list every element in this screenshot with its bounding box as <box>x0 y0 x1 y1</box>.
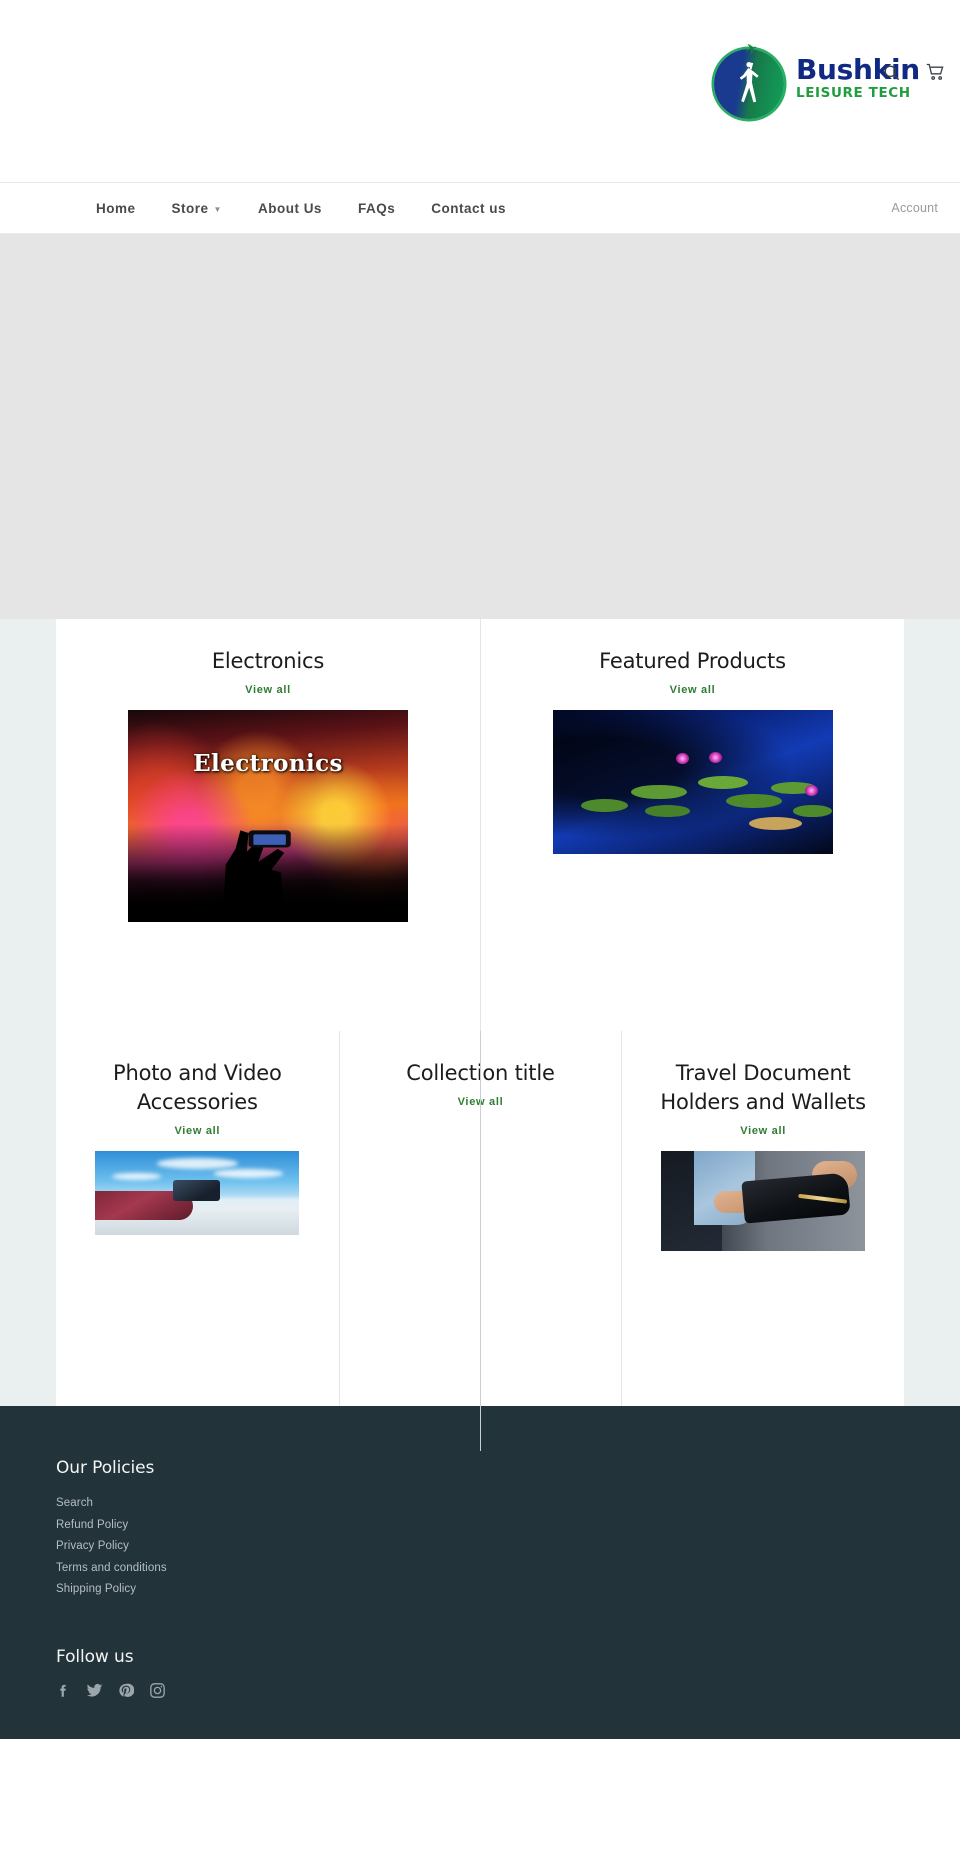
collection-list: Electronics View all Electronics Feature… <box>56 619 904 1451</box>
collection-row-top: Electronics View all Electronics Feature… <box>56 619 904 1031</box>
social-icon-row <box>56 1682 904 1699</box>
collection-image-photo-video-accessories[interactable] <box>95 1151 300 1235</box>
header-icon-group <box>882 62 946 87</box>
nav-item-label: About Us <box>257 200 322 216</box>
collection-image-featured-products[interactable] <box>552 710 833 854</box>
instagram-icon[interactable] <box>149 1682 166 1699</box>
collection-image-travel-document-holders[interactable] <box>661 1151 866 1251</box>
footer-follow-heading: Follow us <box>56 1646 134 1667</box>
nav-item-label: Store <box>171 200 209 216</box>
nav-item-contact-us[interactable]: Contact us <box>413 201 524 216</box>
hero-banner <box>0 234 960 619</box>
collection-title: Electronics <box>211 649 325 673</box>
crowd-silhouette <box>222 829 291 922</box>
search-icon[interactable] <box>882 63 901 87</box>
collection-card-featured-products[interactable]: Featured Products View all <box>480 619 904 1031</box>
nav-item-about-us[interactable]: About Us <box>240 201 340 216</box>
footer-policies-heading: Our Policies <box>56 1458 155 1478</box>
site-header: ✈ Bushkin LEISURE TECH <box>0 0 960 182</box>
nav-item-store[interactable]: Store ▼ <box>154 201 240 216</box>
footer-link-search[interactable]: Search <box>56 1493 904 1515</box>
nav-item-faqs[interactable]: FAQs <box>340 201 413 216</box>
nav-item-label: FAQs <box>357 200 396 216</box>
nav-item-home[interactable]: Home <box>96 201 154 216</box>
follow-us-block: Follow us <box>56 1647 904 1699</box>
nav-list: Home Store ▼ About Us FAQs Contact us <box>96 201 524 216</box>
vertical-divider <box>480 1031 481 1451</box>
logo-tagline: LEISURE TECH <box>796 85 911 102</box>
footer-link-shipping-policy[interactable]: Shipping Policy <box>56 1579 904 1601</box>
view-all-link[interactable]: View all <box>245 684 291 696</box>
footer-policy-links: Search Refund Policy Privacy Policy Term… <box>56 1493 904 1601</box>
site-footer: Our Policies Search Refund Policy Privac… <box>0 1406 960 1739</box>
collection-card-photo-video-accessories[interactable]: Photo and Video Accessories View all <box>56 1031 339 1406</box>
chevron-down-icon: ▼ <box>213 204 222 214</box>
pinterest-icon[interactable] <box>118 1682 134 1699</box>
view-all-link[interactable]: View all <box>670 684 716 696</box>
view-all-link[interactable]: View all <box>174 1125 220 1137</box>
globe-traveler-logo-icon: ✈ <box>712 39 788 119</box>
footer-link-refund-policy[interactable]: Refund Policy <box>56 1515 904 1537</box>
page-body: Electronics View all Electronics Feature… <box>0 619 960 1451</box>
collection-card-electronics[interactable]: Electronics View all Electronics <box>56 619 480 1031</box>
footer-link-terms-and-conditions[interactable]: Terms and conditions <box>56 1558 904 1580</box>
twitter-icon[interactable] <box>86 1682 103 1699</box>
nav-item-label: Contact us <box>431 200 506 216</box>
footer-link-privacy-policy[interactable]: Privacy Policy <box>56 1536 904 1558</box>
collection-image-electronics[interactable]: Electronics <box>128 710 408 922</box>
cart-icon[interactable] <box>925 62 946 87</box>
account-link[interactable]: Account <box>891 201 938 215</box>
collection-title: Photo and Video Accessories <box>113 1061 282 1114</box>
collection-title: Travel Document Holders and Wallets <box>660 1061 866 1114</box>
view-all-link[interactable]: View all <box>740 1125 786 1137</box>
collection-card-travel-document-holders-and-wallets[interactable]: Travel Document Holders and Wallets View… <box>621 1031 904 1406</box>
facebook-icon[interactable] <box>56 1682 71 1699</box>
person-silhouette-icon <box>739 61 759 102</box>
collection-title: Featured Products <box>599 649 786 673</box>
nav-item-label: Home <box>96 200 136 216</box>
image-overlay-text: Electronics <box>193 750 343 778</box>
main-navigation: Home Store ▼ About Us FAQs Contact us Ac… <box>0 182 960 234</box>
